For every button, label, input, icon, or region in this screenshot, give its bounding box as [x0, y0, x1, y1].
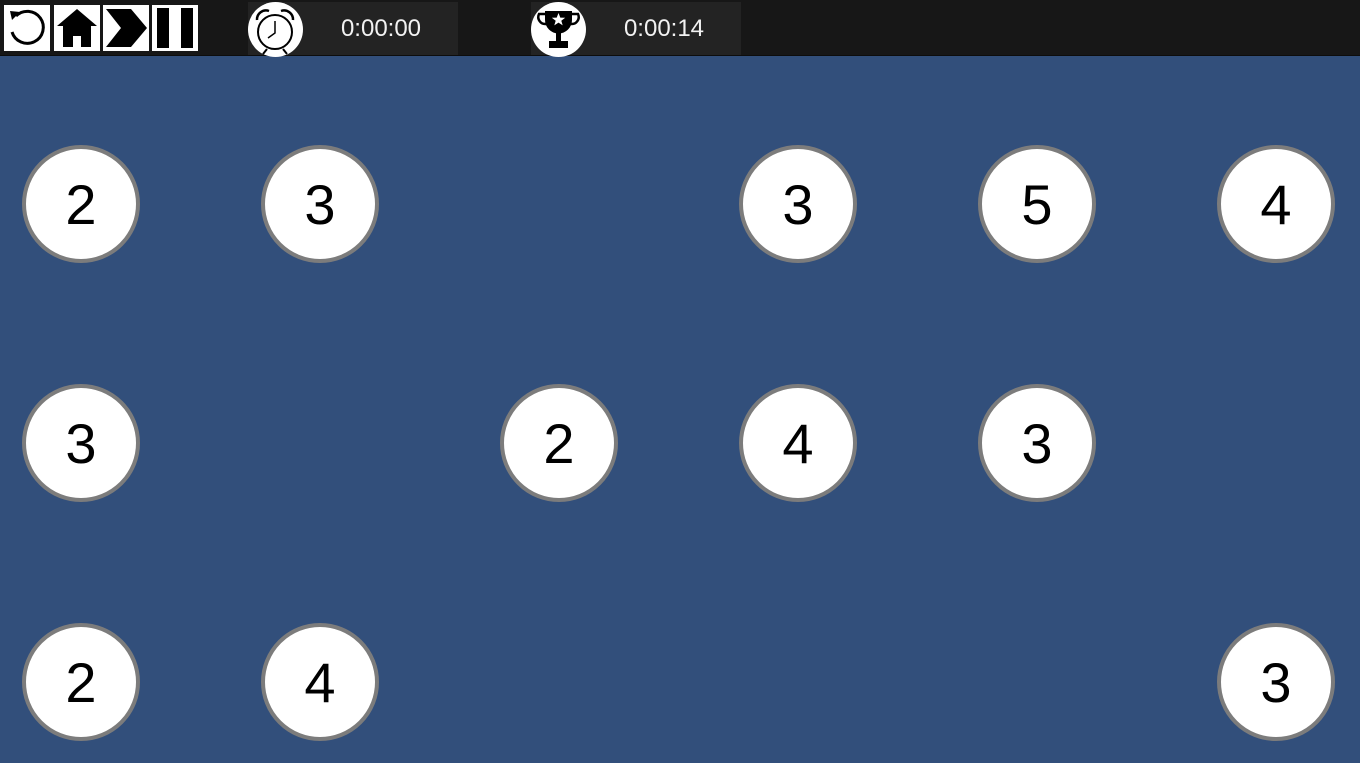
alarm-clock-badge: [248, 2, 303, 57]
current-time-display: 0:00:00: [248, 2, 458, 57]
island-r0-c5[interactable]: 4: [1217, 145, 1335, 263]
best-time-value: 0:00:14: [623, 15, 705, 42]
next-level-button[interactable]: [103, 5, 149, 51]
next-icon: [106, 9, 147, 47]
top-toolbar: 0:00:00 0:00:14: [0, 0, 1360, 57]
trophy-icon: [537, 11, 580, 48]
island-r0-c0[interactable]: 2: [22, 145, 140, 263]
home-button[interactable]: [54, 5, 100, 51]
pause-button[interactable]: [152, 5, 198, 51]
trophy-badge: [531, 2, 586, 57]
undo-button[interactable]: [4, 5, 50, 51]
undo-icon: [10, 9, 45, 45]
island-r2-c1[interactable]: 4: [261, 623, 379, 741]
island-r0-c1[interactable]: 3: [261, 145, 379, 263]
island-r1-c0[interactable]: 3: [22, 384, 140, 502]
island-r1-c3[interactable]: 4: [739, 384, 857, 502]
best-time-display: 0:00:14: [531, 2, 741, 57]
island-r0-c3[interactable]: 3: [739, 145, 857, 263]
home-icon: [57, 9, 97, 47]
puzzle-board: 2 3 3 5 4 3 2 4 3 2 4 3: [0, 56, 1360, 763]
island-r2-c5[interactable]: 3: [1217, 623, 1335, 741]
alarm-clock-icon: [255, 9, 295, 55]
pause-icon: [157, 8, 193, 48]
island-r1-c2[interactable]: 2: [500, 384, 618, 502]
island-r0-c4[interactable]: 5: [978, 145, 1096, 263]
island-r2-c0[interactable]: 2: [22, 623, 140, 741]
current-time-value: 0:00:00: [340, 15, 422, 42]
island-r1-c4[interactable]: 3: [978, 384, 1096, 502]
